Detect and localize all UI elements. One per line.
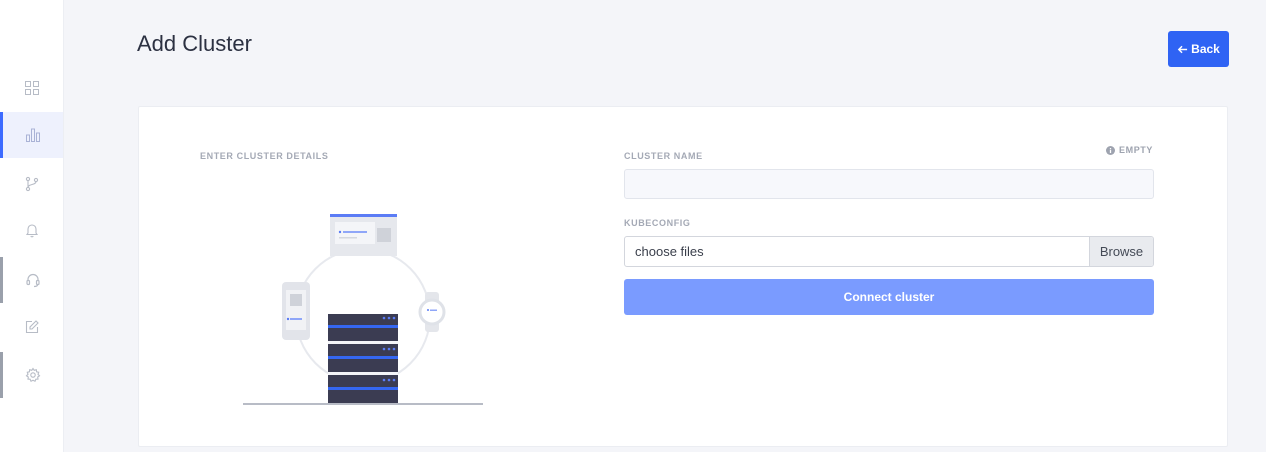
gear-icon — [25, 367, 41, 382]
status-badge: EMPTY — [1106, 145, 1153, 155]
cluster-name-input[interactable] — [624, 169, 1154, 199]
file-input-placeholder[interactable]: choose files — [625, 237, 1089, 266]
sidebar-item-dashboard[interactable] — [0, 65, 63, 111]
connect-cluster-button[interactable]: Connect cluster — [624, 279, 1154, 315]
kubeconfig-file-input[interactable]: choose files Browse — [624, 236, 1154, 267]
arrow-left-icon — [1177, 45, 1188, 53]
bell-icon — [25, 224, 38, 238]
browse-button[interactable]: Browse — [1089, 237, 1153, 266]
cluster-name-label: CLUSTER NAME — [624, 151, 703, 161]
sidebar — [0, 0, 64, 452]
page-title: Add Cluster — [137, 31, 252, 56]
sidebar-item-clusters[interactable] — [0, 112, 63, 158]
section-heading: ENTER CLUSTER DETAILS — [200, 151, 329, 161]
dashboard-grid-icon — [24, 81, 39, 95]
sidebar-item-support[interactable] — [0, 257, 63, 303]
kubeconfig-label: KUBECONFIG — [624, 218, 691, 228]
cluster-chart-icon — [26, 128, 40, 142]
sidebar-item-branches[interactable] — [0, 161, 63, 207]
sidebar-item-settings[interactable] — [0, 352, 63, 398]
info-icon — [1106, 145, 1115, 155]
sidebar-item-edit[interactable] — [0, 304, 63, 350]
back-button-label: Back — [1191, 42, 1220, 56]
back-button[interactable]: Back — [1168, 31, 1229, 67]
edit-icon — [25, 320, 39, 334]
cluster-illustration — [243, 214, 483, 405]
git-branch-icon — [25, 176, 38, 192]
sidebar-item-notifications[interactable] — [0, 207, 63, 253]
status-badge-label: EMPTY — [1119, 145, 1154, 155]
headset-icon — [26, 273, 40, 288]
